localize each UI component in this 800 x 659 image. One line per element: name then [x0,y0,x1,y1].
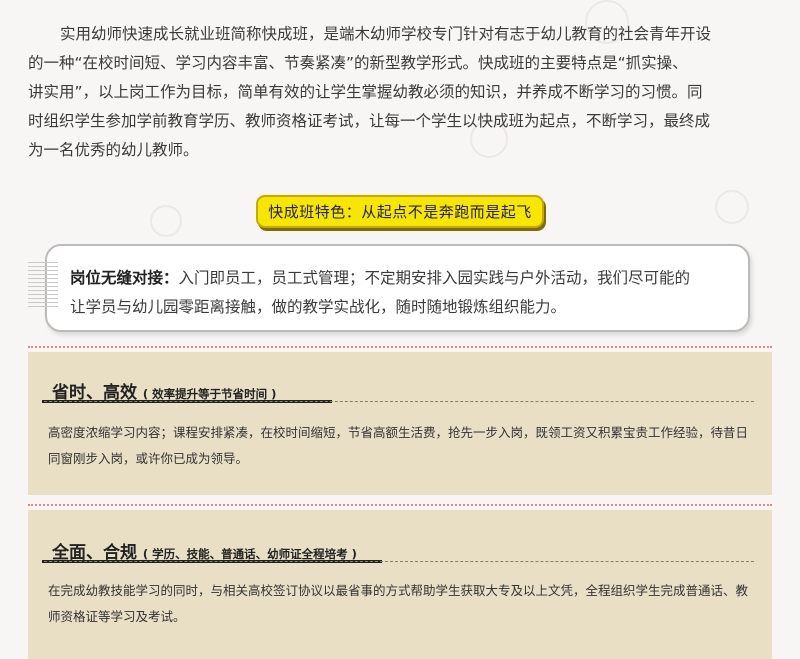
section-separator [28,346,772,348]
feature-line-2: 让学员与幼儿园零距离接触，做的教学实战化，随时随地锻炼组织能力。 [70,298,567,316]
panel-divider [44,561,754,562]
panel-divider [44,401,754,402]
feature-line: 岗位无缝对接：入门即员工，员工式管理；不定期安排入园实践与户外活动，我们尽可能的 [70,264,740,293]
panel-subtitle: ( 效率提升等于节省时间 ) [142,387,277,401]
feature-badge: 快成班特色：从起点不是奔跑而是起飞 [256,195,544,228]
panel-subtitle: ( 学历、技能、普通话、幼师证全程培考 ) [142,547,357,561]
intro-line: 实用幼师快速成长就业班简称快成班，是端木幼师学校专门针对有志于幼儿教育的社会青年… [60,25,712,43]
intro-line: 讲实用”，以上岗工作为目标，简单有效的让学生掌握幼教必须的知识，并养成不断学习的… [28,83,703,101]
panel-efficiency: 省时、高效 ( 效率提升等于节省时间 ) 高密度浓缩学习内容；课程安排紧凑，在校… [28,352,772,495]
panel-body-line: 高密度浓缩学习内容；课程安排紧凑，在校时间缩短，节省高额生活费，抢先一步入岗，既… [48,425,749,440]
panel-body-line: 在完成幼教技能学习的同时，与相关高校签订协议以最省事的方式帮助学生获取大专及以上… [48,583,749,598]
intro-line: 时组织学生参加学前教育学历、教师资格证考试，让每一个学生以快成班为起点，不断学习… [28,112,711,130]
intro-line: 的一种“在校时间短、学习内容丰富、节奏紧凑”的新型教学形式。快成班的主要特点是“… [28,54,688,72]
badge-container: 快成班特色：从起点不是奔跑而是起飞 [0,195,800,228]
panel-body-line: 同窗刚步入岗，或许你已成为领导。 [48,451,249,466]
feature-heading: 岗位无缝对接： [70,269,179,287]
panel-body-line: 师资格证等学习及考试。 [48,609,186,624]
panel-body: 在完成幼教技能学习的同时，与相关高校签订协议以最省事的方式帮助学生获取大专及以上… [48,578,760,630]
intro-paragraph: 实用幼师快速成长就业班简称快成班，是端木幼师学校专门针对有志于幼儿教育的社会青年… [28,20,772,165]
intro-line: 为一名优秀的幼儿教师。 [28,141,199,159]
page: 实用幼师快速成长就业班简称快成班，是端木幼师学校专门针对有志于幼儿教育的社会青年… [0,0,800,659]
lines-decoration-icon [28,262,58,310]
feature-line-1: 入门即员工，员工式管理；不定期安排入园实践与户外活动，我们尽可能的 [178,269,691,287]
panel-comprehensive: 全面、合规 ( 学历、技能、普通话、幼师证全程培考 ) 在完成幼教技能学习的同时… [28,510,772,659]
panel-body: 高密度浓缩学习内容；课程安排紧凑，在校时间缩短，节省高额生活费，抢先一步入岗，既… [48,420,760,472]
section-separator [28,504,772,506]
feature-text: 岗位无缝对接：入门即员工，员工式管理；不定期安排入园实践与户外活动，我们尽可能的… [70,264,740,322]
